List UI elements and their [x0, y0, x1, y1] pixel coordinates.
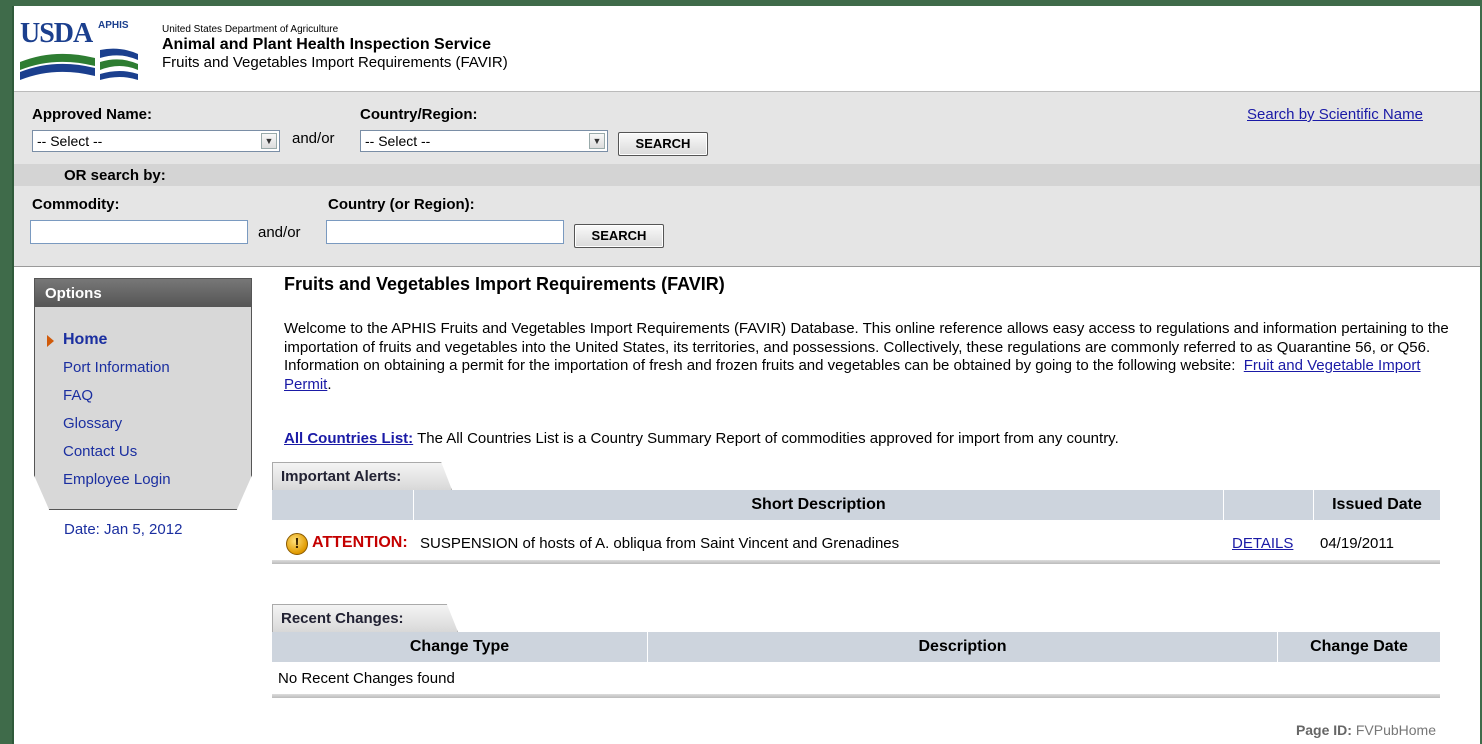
- attention-label: ATTENTION:: [312, 534, 408, 551]
- country-or-region-input[interactable]: [326, 220, 564, 244]
- search-scientific-name-link[interactable]: Search by Scientific Name: [1247, 106, 1423, 123]
- commodity-label: Commodity:: [32, 196, 120, 213]
- welcome-text: Welcome to the APHIS Fruits and Vegetabl…: [284, 320, 1449, 393]
- all-countries-link[interactable]: All Countries List:: [284, 430, 413, 447]
- recent-table-header: Change Type Description Change Date: [272, 632, 1440, 662]
- warning-icon: !: [286, 533, 308, 555]
- aphis-logo-text: APHIS: [98, 20, 129, 31]
- page-frame: USDA APHIS United States Department of A…: [12, 6, 1480, 744]
- search-button-2[interactable]: SEARCH: [574, 224, 664, 248]
- approved-name-select-value: -- Select --: [37, 133, 103, 149]
- alert-details-link[interactable]: DETAILS: [1232, 535, 1293, 552]
- tab-recent-changes: Recent Changes:: [272, 604, 458, 632]
- options-item-glossary[interactable]: Glossary: [63, 415, 122, 432]
- page-id: Page ID: FVPubHome: [1296, 722, 1436, 738]
- chevron-down-icon: ▼: [261, 133, 277, 149]
- country-or-region-label: Country (or Region):: [328, 196, 475, 213]
- recent-col-change-type: Change Type: [272, 632, 648, 662]
- andor-label: and/or: [292, 130, 335, 147]
- or-search-band: [14, 164, 1480, 186]
- options-item-faq[interactable]: FAQ: [63, 387, 93, 404]
- app-name: Fruits and Vegetables Import Requirement…: [162, 54, 508, 71]
- andor-label: and/or: [258, 224, 301, 241]
- usda-hills-icon: [20, 48, 138, 80]
- recent-col-description: Description: [648, 632, 1278, 662]
- recent-empty-message: No Recent Changes found: [278, 670, 455, 687]
- page-id-label: Page ID:: [1295, 722, 1352, 738]
- country-region-select-value: -- Select --: [365, 133, 431, 149]
- options-title: Options: [35, 279, 251, 307]
- search-panel: Approved Name: -- Select -- ▼ and/or Cou…: [14, 92, 1480, 267]
- page-id-value: FVPubHome: [1355, 722, 1436, 738]
- alerts-col-short-description: Short Description: [414, 490, 1224, 520]
- search-button[interactable]: SEARCH: [618, 132, 708, 156]
- approved-name-label: Approved Name:: [32, 106, 153, 123]
- or-search-by-label: OR search by:: [64, 167, 166, 184]
- chevron-down-icon: ▼: [589, 133, 605, 149]
- active-arrow-icon: [47, 335, 54, 347]
- all-countries-text: All Countries List: The All Countries Li…: [284, 430, 1119, 447]
- usda-logo-text: USDA: [20, 18, 93, 49]
- department-name: United States Department of Agriculture: [162, 24, 339, 35]
- alerts-divider: [272, 560, 1440, 564]
- alerts-col-details: [1224, 490, 1314, 520]
- page-title: Fruits and Vegetables Import Requirement…: [284, 274, 725, 294]
- alert-issued-date: 04/19/2011: [1320, 535, 1394, 552]
- alert-description: SUSPENSION of hosts of A. obliqua from S…: [420, 535, 900, 552]
- agency-name: Animal and Plant Health Inspection Servi…: [162, 36, 491, 53]
- country-region-label: Country/Region:: [360, 106, 478, 123]
- options-panel: Options Home Port Information FAQ Glossa…: [34, 278, 252, 510]
- usda-logo[interactable]: USDA APHIS: [20, 18, 138, 80]
- approved-name-select[interactable]: -- Select -- ▼: [32, 130, 280, 152]
- country-region-select[interactable]: -- Select -- ▼: [360, 130, 608, 152]
- options-item-home[interactable]: Home: [63, 331, 107, 349]
- alerts-col-issued-date: Issued Date: [1332, 496, 1422, 513]
- tab-important-alerts: Important Alerts:: [272, 462, 452, 490]
- recent-col-change-date: Change Date: [1310, 638, 1408, 655]
- recent-divider: [272, 694, 1440, 698]
- options-item-port-information[interactable]: Port Information: [63, 359, 170, 376]
- commodity-input[interactable]: [30, 220, 248, 244]
- header: USDA APHIS United States Department of A…: [14, 6, 1480, 92]
- options-item-employee-login[interactable]: Employee Login: [63, 471, 171, 488]
- alerts-col-icon: [272, 490, 414, 520]
- all-countries-description: The All Countries List is a Country Summ…: [417, 430, 1119, 447]
- options-item-contact-us[interactable]: Contact Us: [63, 443, 137, 460]
- current-date: Date: Jan 5, 2012: [64, 521, 183, 538]
- alerts-table-header: Short Description Issued Date: [272, 490, 1440, 520]
